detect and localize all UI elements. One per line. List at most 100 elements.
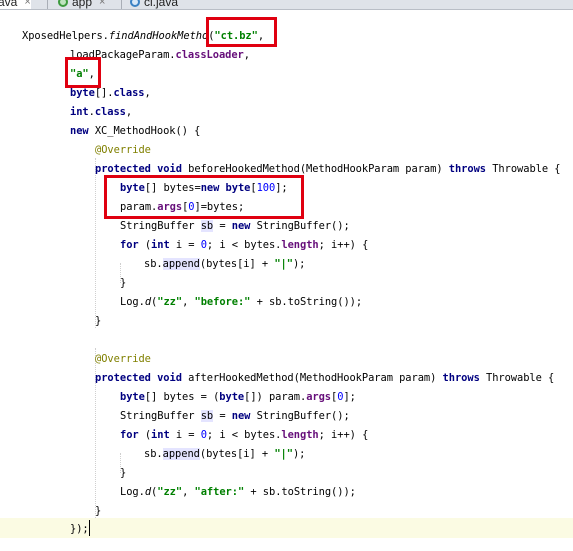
tab-label: ci.java — [144, 0, 179, 9]
code-token: "|" — [274, 258, 293, 270]
code-token: "zz" — [157, 296, 183, 308]
code-token: sb — [200, 220, 214, 232]
code-line: for (int i = 0; i < bytes.length; i++) { — [120, 236, 368, 255]
tab-close-icon[interactable]: × — [99, 0, 105, 8]
code-token: + sb.toString()); — [244, 486, 356, 498]
code-token: , — [125, 106, 133, 118]
code-token: XC_MethodHook() { — [88, 125, 201, 137]
code-token: [] bytes = ( — [144, 391, 220, 403]
code-token: } — [120, 277, 127, 289]
code-token: @Override — [95, 353, 151, 365]
code-token: append — [162, 448, 200, 460]
code-line: int.class, — [70, 103, 132, 122]
code-token: afterHookedMethod(MethodHookParam param) — [181, 372, 443, 384]
code-token: ; i < bytes. — [206, 429, 282, 441]
code-token: class — [94, 106, 126, 118]
code-line: for (int i = 0; i < bytes.length; i++) { — [120, 426, 368, 445]
code-token: i = — [169, 239, 201, 251]
code-line: } — [95, 502, 101, 521]
code-token: (bytes[i] + — [199, 258, 275, 270]
code-token: int — [151, 239, 170, 251]
code-token: , — [144, 87, 151, 99]
code-line: StringBuffer sb = new StringBuffer(); — [120, 217, 350, 236]
code-token: ( — [138, 239, 152, 251]
code-token: , — [243, 49, 250, 61]
code-token: i = — [169, 429, 201, 441]
code-line: Log.d("zz", "before:" + sb.toString()); — [120, 293, 362, 312]
code-token: void — [157, 372, 182, 384]
code-token: length — [281, 429, 319, 441]
code-token: sb. — [144, 258, 163, 270]
code-token: args — [306, 391, 332, 403]
java-class-icon — [130, 0, 140, 7]
code-line: @Override — [95, 350, 151, 369]
code-token: + sb.toString()); — [250, 296, 363, 308]
code-token: "before:" — [194, 296, 251, 308]
code-token: Log. — [120, 486, 145, 498]
code-token: for — [120, 429, 139, 441]
text-caret — [89, 520, 90, 536]
code-token: } — [120, 467, 127, 479]
code-token: byte — [120, 391, 145, 403]
highlight-box-class-name — [206, 17, 277, 47]
code-token: new — [70, 125, 89, 137]
highlight-box-args-assignment — [104, 175, 304, 219]
code-token: } — [95, 315, 102, 327]
code-token: void — [157, 163, 182, 175]
code-token: }); — [70, 523, 89, 535]
code-token: ( — [138, 429, 152, 441]
code-token: int — [151, 429, 170, 441]
code-line: sb.append(bytes[i] + "|"); — [144, 445, 305, 464]
tab-label: ava — [0, 0, 18, 9]
code-token: throws — [442, 372, 480, 384]
code-editor[interactable]: XposedHelpers.findAndHookMetho("ct.bz", … — [0, 10, 573, 551]
code-token: protected — [95, 163, 151, 175]
code-line: } — [120, 274, 126, 293]
code-line: sb.append(bytes[i] + "|"); — [144, 255, 305, 274]
code-token: protected — [95, 372, 151, 384]
code-token: new — [231, 220, 251, 232]
code-token: , — [182, 486, 195, 498]
code-token: @Override — [95, 144, 151, 156]
code-token: Throwable { — [486, 163, 561, 175]
code-token: ]; — [343, 391, 356, 403]
code-token: Throwable { — [479, 372, 555, 384]
code-token: byte — [219, 391, 245, 403]
code-token: "after:" — [194, 486, 245, 498]
code-token: []. — [94, 87, 114, 99]
code-token: , — [182, 296, 195, 308]
code-token: classLoader — [175, 49, 244, 61]
tab-ci-java[interactable]: ci.java — [130, 0, 178, 9]
code-token: append — [162, 258, 200, 270]
tab-label: app — [72, 0, 93, 9]
code-token: class — [113, 87, 145, 99]
code-token: byte — [70, 87, 95, 99]
code-token: throws — [448, 163, 486, 175]
code-token: (bytes[i] + — [199, 448, 275, 460]
editor-tab-bar: ava × app × ci.java — [0, 0, 573, 10]
code-token: StringBuffer — [120, 410, 201, 422]
tab-close-icon[interactable]: × — [24, 0, 30, 8]
tab-app[interactable]: app × — [58, 0, 105, 9]
code-token: beforeHookedMethod(MethodHookParam param… — [181, 163, 449, 175]
code-token: ; i++) { — [318, 429, 369, 441]
code-line: StringBuffer sb = new StringBuffer(); — [120, 407, 350, 426]
code-token: ; i < bytes. — [206, 239, 282, 251]
code-token: int — [70, 106, 89, 118]
code-token: StringBuffer — [120, 220, 201, 232]
code-token: ); — [292, 448, 306, 460]
code-line: @Override — [95, 141, 151, 160]
code-token: "zz" — [157, 486, 183, 498]
code-line: } — [120, 464, 126, 483]
tab-java-file[interactable]: ava × — [0, 0, 31, 9]
code-line: } — [95, 312, 101, 331]
code-token: length — [281, 239, 319, 251]
code-line: byte[] bytes = (byte[]) param.args[0]; — [120, 388, 356, 407]
tab-divider — [121, 0, 122, 9]
code-token: Log. — [120, 296, 145, 308]
code-token: sb — [200, 410, 214, 422]
code-line: new XC_MethodHook() { — [70, 122, 200, 141]
code-token: XposedHelpers. — [22, 30, 109, 42]
code-token: []) param. — [244, 391, 307, 403]
indent-guide — [95, 158, 96, 328]
